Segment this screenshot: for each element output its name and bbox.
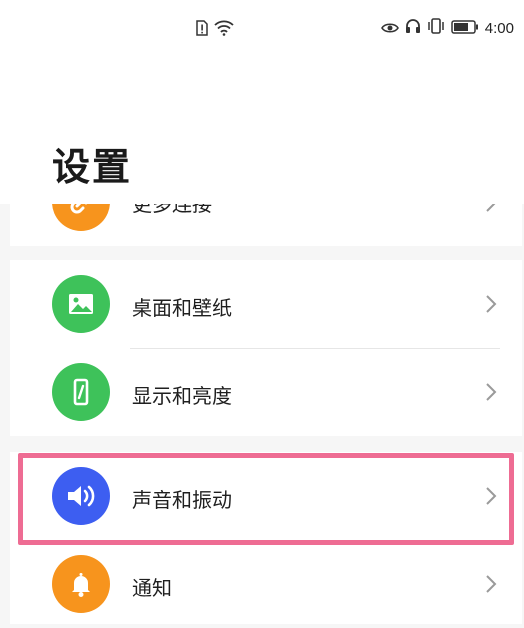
bell-icon <box>52 555 110 613</box>
connections-card: 更多连接 <box>10 204 522 246</box>
sim-alert-icon <box>196 20 208 40</box>
battery-icon <box>451 19 479 38</box>
list-item-label: 桌面和壁纸 <box>132 296 232 320</box>
status-bar: 4:00 <box>0 0 524 56</box>
page-title: 设置 <box>52 145 133 189</box>
list-item-more-connections[interactable]: 更多连接 <box>10 204 522 246</box>
image-icon <box>52 275 110 333</box>
status-left-icons <box>196 20 234 40</box>
headphones-icon <box>405 18 421 38</box>
list-item-wallpaper[interactable]: 桌面和壁纸 <box>10 260 522 348</box>
chevron-right-icon <box>486 575 497 593</box>
eye-icon <box>380 19 399 38</box>
status-time: 4:00 <box>484 19 514 37</box>
highlight-box <box>18 453 514 545</box>
chevron-right-icon <box>486 295 497 313</box>
list-item-display[interactable]: 显示和亮度 <box>10 348 522 436</box>
list-item-label: 显示和亮度 <box>132 384 232 408</box>
display-card: 桌面和壁纸 显示和亮度 <box>10 260 522 436</box>
phone-display-icon <box>52 363 110 421</box>
wifi-icon <box>214 20 234 40</box>
chevron-right-icon <box>486 383 497 401</box>
list-item-notifications[interactable]: 通知 <box>10 540 522 628</box>
status-right-icons: 4:00 <box>380 18 514 38</box>
list-item-label: 更多连接 <box>132 204 212 216</box>
vibrate-icon <box>427 18 445 38</box>
chevron-right-icon <box>486 204 496 212</box>
list-item-label: 通知 <box>132 576 172 600</box>
link-icon <box>52 204 110 231</box>
